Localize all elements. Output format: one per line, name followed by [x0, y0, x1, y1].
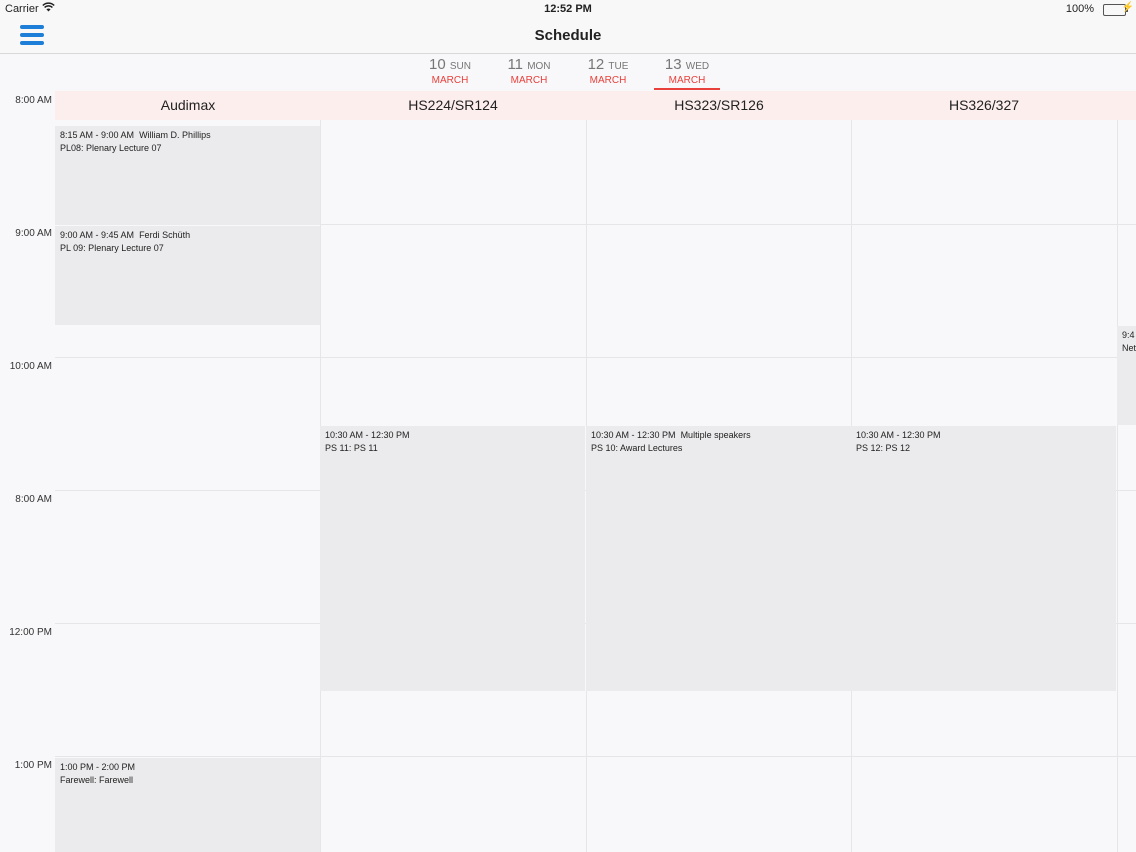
day-weekday: WED [685, 61, 710, 72]
event-block[interactable]: 8:15 AM - 9:00 AM William D. Phillips PL0… [55, 126, 320, 225]
day-number: 10 [429, 56, 446, 73]
time-label: 8:00 AM [15, 95, 52, 106]
event-title: PS 11: PS 11 [325, 442, 378, 453]
day-weekday: SUN [449, 61, 471, 72]
event-title: PL08: Plenary Lecture 07 [60, 143, 162, 154]
time-label: 10:00 AM [9, 361, 52, 372]
time-label: 8:00 AM [15, 494, 52, 505]
event-speaker: Ferdi Schüth [139, 230, 191, 240]
day-tab-13[interactable]: 13 WED MARCH [654, 54, 720, 91]
day-tab-10[interactable]: 10 SUN MARCH [417, 54, 483, 91]
status-bar: Carrier 12:52 PM 100% ⚡ [0, 0, 1136, 18]
room-column-divider [1117, 91, 1118, 852]
day-tab-11[interactable]: 11 MON MARCH [496, 54, 562, 91]
hour-gridline [55, 756, 1136, 757]
schedule-grid[interactable]: 8:00 AM 9:00 AM 10:00 AM 8:00 AM 12:00 PM 1:0… [0, 91, 1136, 852]
event-time: 10:30 AM - 12:30 PM [591, 429, 676, 440]
event-time: 1:00 PM - 2:00 PM [60, 762, 136, 772]
day-tab-12[interactable]: 12 TUE MARCH [575, 54, 641, 91]
day-number: 13 [664, 56, 682, 73]
battery-percent: 100% [1065, 3, 1094, 15]
event-block[interactable]: 10:30 AM - 12:30 PM PS 11: PS 11 [320, 425, 585, 691]
day-weekday: TUE [608, 61, 629, 72]
event-title: Net [1122, 342, 1136, 353]
time-label: 12:00 PM [9, 627, 52, 638]
event-title: PS 12: PS 12 [856, 442, 911, 453]
day-number: 12 [587, 56, 605, 73]
day-tabs: 10 SUN MARCH 11 MON MARCH 12 TUE MARCH 13 WED M… [0, 54, 1136, 91]
day-weekday: MON [527, 61, 551, 72]
page-title: Schedule [534, 27, 602, 44]
room-header [1117, 91, 1136, 120]
event-block[interactable]: 10:30 AM - 12:30 PM Multiple speakers PS … [586, 425, 851, 691]
event-time: 8:15 AM - 9:00 AM [60, 130, 135, 141]
room-header: HS323/SR126 [586, 91, 852, 120]
event-title: PS 10: Award Lectures [591, 442, 683, 453]
event-speaker: William D. Phillips [139, 130, 211, 141]
event-speaker: Multiple speakers [680, 429, 751, 440]
event-block[interactable]: 10:30 AM - 12:30 PM PS 12: PS 12 [851, 425, 1116, 691]
room-name: HS224/SR124 [408, 97, 498, 113]
navigation-bar: Schedule [0, 18, 1136, 54]
event-time: 9:4 [1122, 329, 1135, 340]
time-label: 9:00 AM [15, 228, 52, 239]
time-label: 1:00 PM [14, 760, 52, 771]
event-time: 10:30 AM - 12:30 PM [856, 429, 941, 440]
charging-bolt-icon: ⚡ [1121, 2, 1134, 13]
hour-gridline [55, 357, 1136, 358]
room-header: HS326/327 [851, 91, 1117, 120]
event-block[interactable]: 9:4 Net [1117, 325, 1136, 425]
day-number: 11 [507, 56, 524, 73]
day-month: MARCH [431, 75, 469, 86]
day-month: MARCH [510, 75, 548, 86]
event-time: 9:00 AM - 9:45 AM [60, 230, 135, 240]
room-name: HS326/327 [948, 97, 1020, 113]
status-time: 12:52 PM [544, 3, 592, 15]
event-block[interactable]: 1:00 PM - 2:00 PM Farewell: Farewell [55, 758, 320, 852]
active-day-indicator [654, 88, 720, 90]
room-header: HS224/SR124 [320, 91, 586, 120]
room-header: Audimax [55, 91, 321, 120]
room-name: Audimax [160, 97, 216, 113]
day-month: MARCH [589, 75, 627, 86]
event-title: PL 09: Plenary Lecture 07 [60, 243, 164, 253]
day-month: MARCH [668, 75, 706, 86]
event-title: Farewell: Farewell [60, 775, 134, 785]
event-block[interactable]: 9:00 AM - 9:45 AM Ferdi Schüth PL 09: Ple… [55, 226, 320, 325]
event-time: 10:30 AM - 12:30 PM [325, 429, 410, 440]
room-name: HS323/SR126 [674, 97, 764, 113]
